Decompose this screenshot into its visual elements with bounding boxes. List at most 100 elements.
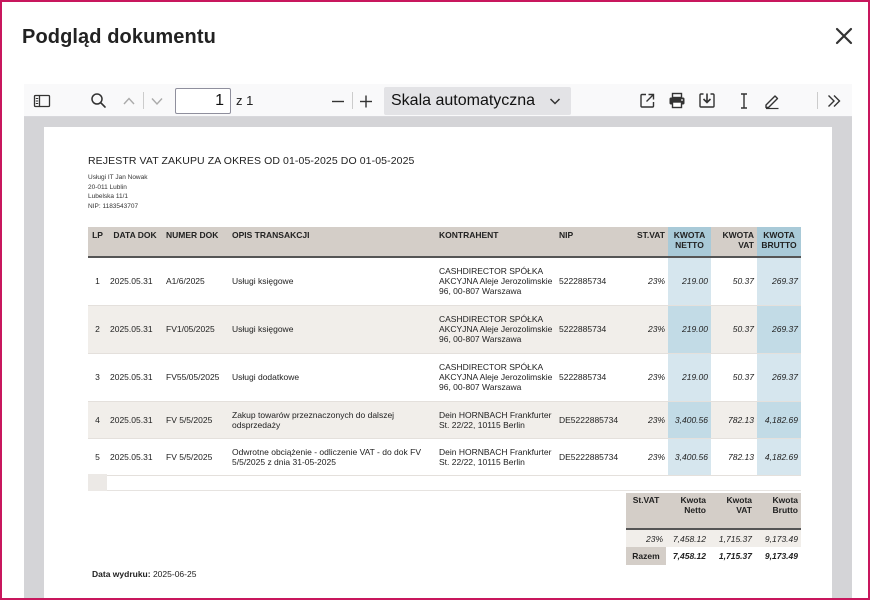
summary-rate: 23% [626, 529, 666, 547]
cell-vat-rate: 23% [627, 401, 668, 439]
download-icon [699, 93, 715, 108]
summary-header-row: St.VAT Kwota Netto Kwota VAT Kwota Brutt… [626, 493, 801, 529]
minus-icon [332, 100, 344, 102]
cell-vat-rate: 23% [627, 257, 668, 306]
table-row: 5 2025.05.31 FV 5/5/2025 Odwrotne obciąż… [88, 438, 801, 476]
download-button[interactable] [696, 88, 718, 113]
cell-lp: 2 [88, 305, 107, 354]
company-city: 20-011 Lublin [88, 183, 127, 191]
cell-nip: 5222885734 [556, 353, 627, 402]
summary-header-vat: Kwota VAT [709, 493, 755, 529]
page-number-input[interactable] [175, 88, 231, 114]
cell-gross: 269.37 [757, 305, 801, 354]
toolbar-separator [817, 92, 818, 109]
cell-number: FV55/05/2025 [163, 353, 229, 402]
cell-net: 219.00 [668, 353, 711, 402]
open-external-icon [639, 93, 654, 108]
cell-description: Usługi księgowe [229, 257, 436, 306]
cell-date: 2025.05.31 [107, 353, 163, 402]
print-date-label: Data wydruku: [92, 569, 151, 579]
column-header-number: NUMER DOK [163, 227, 229, 257]
search-icon [90, 93, 106, 108]
cell-vat: 50.37 [711, 353, 757, 402]
next-page-button[interactable] [146, 88, 168, 113]
scale-select[interactable]: Skala automatyczna [384, 87, 571, 115]
cell-gross: 269.37 [757, 257, 801, 306]
cell-number: A1/6/2025 [163, 257, 229, 306]
summary-row: 23% 7,458.12 1,715.37 9,173.49 [626, 529, 801, 547]
table-row: 1 2025.05.31 A1/6/2025 Usługi księgowe C… [88, 257, 801, 306]
summary-total-label: Razem [626, 547, 666, 565]
table-row: 4 2025.05.31 FV 5/5/2025 Zakup towarów p… [88, 401, 801, 439]
summary-total-row: Razem 7,458.12 1,715.37 9,173.49 [626, 547, 801, 565]
page-count-label: z 1 [236, 93, 254, 108]
text-tool-button[interactable] [733, 88, 755, 113]
modal-title: Podgląd dokumentu [22, 26, 216, 48]
document-preview-modal: Podgląd dokumentu z 1 [0, 0, 870, 600]
cell-nip: DE5222885734 [556, 401, 627, 439]
column-header-vat: KWOTA VAT [711, 227, 757, 257]
column-header-contractor: KONTRAHENT [436, 227, 556, 257]
cell-net: 3,400.56 [668, 401, 711, 439]
column-header-vat-rate: ST.VAT [627, 227, 668, 257]
scale-select-value: Skala automatyczna [391, 92, 536, 109]
print-date-value: 2025-06-25 [152, 569, 197, 579]
summary-total-gross: 9,173.49 [764, 551, 798, 561]
cell-contractor: CASHDIRECTOR SPÓŁKA AKCYJNA Aleje Jerozo… [436, 257, 556, 306]
cell-number: FV 5/5/2025 [163, 438, 229, 476]
previous-page-button[interactable] [118, 88, 140, 113]
cell-lp: 1 [88, 257, 107, 306]
cell-nip: DE5222885734 [556, 438, 627, 476]
sidebar-toggle-button[interactable] [28, 88, 56, 113]
vat-register-table: LP DATA DOK NUMER DOK OPIS TRANSAKCJI KO… [88, 227, 801, 476]
cell-net: 3,400.56 [668, 438, 711, 476]
pdf-viewer: z 1 Skala automatyczna [24, 84, 852, 598]
close-button[interactable] [832, 24, 856, 48]
cell-description: Zakup towarów przeznaczonych do dalszej … [229, 401, 436, 439]
cell-vat: 50.37 [711, 305, 757, 354]
find-button[interactable] [86, 88, 110, 113]
open-file-button[interactable] [636, 88, 658, 113]
company-name: Usługi IT Jan Nowak [88, 174, 148, 181]
zoom-in-button[interactable] [355, 88, 377, 113]
pen-icon [765, 94, 779, 109]
cell-gross: 4,182.69 [757, 438, 801, 476]
cell-vat-rate: 23% [627, 305, 668, 354]
cell-description: Usługi księgowe [229, 305, 436, 354]
chevron-down-icon [548, 89, 562, 123]
company-info: Usługi IT Jan Nowak 20-011 Lublin Lubels… [88, 173, 148, 211]
text-cursor-icon [741, 92, 747, 109]
zoom-out-button[interactable] [327, 88, 349, 113]
table-row: 3 2025.05.31 FV55/05/2025 Usługi dodatko… [88, 353, 801, 402]
print-button[interactable] [666, 88, 688, 113]
double-chevron-right-icon [828, 94, 841, 107]
sidebar-toggle-icon [33, 94, 51, 107]
table-footer-spacer [88, 474, 107, 491]
cell-gross: 4,182.69 [757, 401, 801, 439]
cell-date: 2025.05.31 [107, 401, 163, 439]
cell-description: Odwrotne obciążenie - odliczenie VAT - d… [229, 438, 436, 476]
cell-net: 219.00 [668, 257, 711, 306]
pdf-page: REJESTR VAT ZAKUPU ZA OKRES OD 01-05-202… [44, 127, 832, 598]
cell-date: 2025.05.31 [107, 305, 163, 354]
table-row: 2 2025.05.31 FV1/05/2025 Usługi księgowe… [88, 305, 801, 354]
tools-menu-button[interactable] [822, 88, 846, 113]
pdf-toolbar: z 1 Skala automatyczna [24, 84, 852, 117]
summary-total-net: 7,458.12 [672, 551, 706, 561]
summary-vat: 1,715.37 [709, 529, 755, 547]
summary-header-rate: St.VAT [626, 493, 666, 529]
draw-tool-button[interactable] [761, 88, 783, 113]
cell-nip: 5222885734 [556, 257, 627, 306]
column-header-nip: NIP [556, 227, 627, 257]
toolbar-separator [352, 92, 353, 109]
cell-contractor: Dein HORNBACH Frankfurter St. 22/22, 101… [436, 438, 556, 476]
company-nip: NIP: 1183543707 [88, 202, 139, 210]
cell-contractor: Dein HORNBACH Frankfurter St. 22/22, 101… [436, 401, 556, 439]
table-header-row: LP DATA DOK NUMER DOK OPIS TRANSAKCJI KO… [88, 227, 801, 257]
print-icon [669, 92, 685, 109]
summary-total-vat: 1,715.37 [718, 551, 752, 561]
cell-contractor: CASHDIRECTOR SPÓŁKA AKCYJNA Aleje Jerozo… [436, 353, 556, 402]
column-header-gross: KWOTA BRUTTO [757, 227, 801, 257]
summary-header-gross: Kwota Brutto [755, 493, 801, 529]
cell-contractor: CASHDIRECTOR SPÓŁKA AKCYJNA Aleje Jerozo… [436, 305, 556, 354]
